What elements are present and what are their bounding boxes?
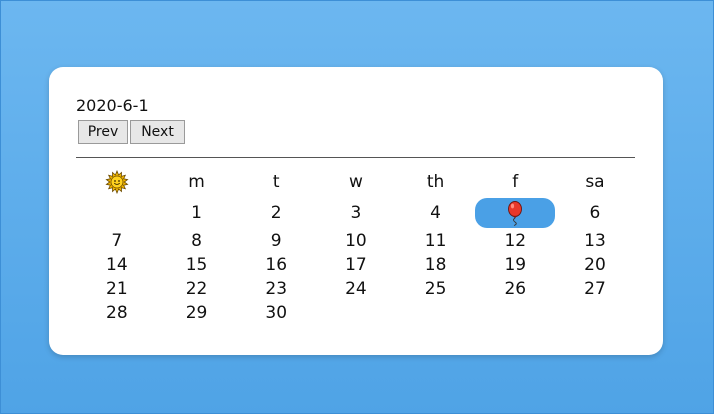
- weekday-sat: sa: [585, 172, 605, 192]
- day-cell[interactable]: 28: [77, 301, 157, 325]
- day-cell[interactable]: 6: [555, 201, 635, 225]
- day-cell[interactable]: 4: [396, 201, 476, 225]
- week-row: 1 2 3 4 6: [77, 196, 635, 229]
- empty-day: [396, 301, 476, 325]
- empty-day: [316, 301, 396, 325]
- current-date-label: 2020-6-1: [76, 96, 149, 115]
- calendar-grid: m t w th f sa 1 2 3 4 6 7 8 9 10 11 12 1…: [77, 168, 635, 325]
- next-button[interactable]: Next: [130, 120, 185, 144]
- calendar-nav: Prev Next: [78, 120, 185, 144]
- day-cell[interactable]: 21: [77, 277, 157, 301]
- day-cell[interactable]: 25: [396, 277, 476, 301]
- week-row: 7 8 9 10 11 12 13: [77, 229, 635, 253]
- empty-day: [475, 301, 555, 325]
- day-cell[interactable]: 1: [157, 201, 237, 225]
- day-cell[interactable]: 14: [77, 253, 157, 277]
- day-cell[interactable]: 16: [236, 253, 316, 277]
- day-cell[interactable]: 10: [316, 229, 396, 253]
- day-cell[interactable]: 15: [157, 253, 237, 277]
- weekday-tue: t: [272, 172, 280, 192]
- day-cell[interactable]: 17: [316, 253, 396, 277]
- week-row: 14 15 16 17 18 19 20: [77, 253, 635, 277]
- calendar-card: 2020-6-1 Prev Next m t w th f sa 1 2 3 4…: [49, 67, 663, 355]
- day-cell[interactable]: 2: [236, 201, 316, 225]
- day-cell[interactable]: 24: [316, 277, 396, 301]
- day-cell[interactable]: 26: [475, 277, 555, 301]
- day-cell[interactable]: 12: [475, 229, 555, 253]
- day-cell[interactable]: 30: [236, 301, 316, 325]
- day-cell[interactable]: 23: [236, 277, 316, 301]
- prev-button[interactable]: Prev: [78, 120, 128, 144]
- sun-icon: [105, 170, 129, 194]
- divider: [76, 157, 635, 158]
- day-cell[interactable]: 22: [157, 277, 237, 301]
- today-highlight[interactable]: [475, 197, 556, 228]
- weekday-mon: m: [188, 172, 205, 192]
- day-cell[interactable]: 11: [396, 229, 476, 253]
- weekday-fri: f: [512, 172, 519, 192]
- day-cell[interactable]: 13: [555, 229, 635, 253]
- empty-day: [77, 201, 157, 225]
- day-cell[interactable]: 19: [475, 253, 555, 277]
- weekday-thu: th: [426, 172, 445, 192]
- weekday-wed: w: [348, 172, 363, 192]
- day-cell-today[interactable]: [475, 197, 556, 228]
- day-cell[interactable]: 20: [555, 253, 635, 277]
- day-cell[interactable]: 27: [555, 277, 635, 301]
- day-cell[interactable]: 3: [316, 201, 396, 225]
- week-row: 28 29 30: [77, 301, 635, 325]
- day-cell[interactable]: 7: [77, 229, 157, 253]
- day-cell[interactable]: 8: [157, 229, 237, 253]
- balloon-icon: [508, 200, 523, 226]
- day-cell[interactable]: 29: [157, 301, 237, 325]
- weekday-sun: [77, 170, 157, 194]
- week-row: 21 22 23 24 25 26 27: [77, 277, 635, 301]
- empty-day: [555, 301, 635, 325]
- weekday-header-row: m t w th f sa: [77, 168, 635, 196]
- day-cell[interactable]: 9: [236, 229, 316, 253]
- day-cell[interactable]: 18: [396, 253, 476, 277]
